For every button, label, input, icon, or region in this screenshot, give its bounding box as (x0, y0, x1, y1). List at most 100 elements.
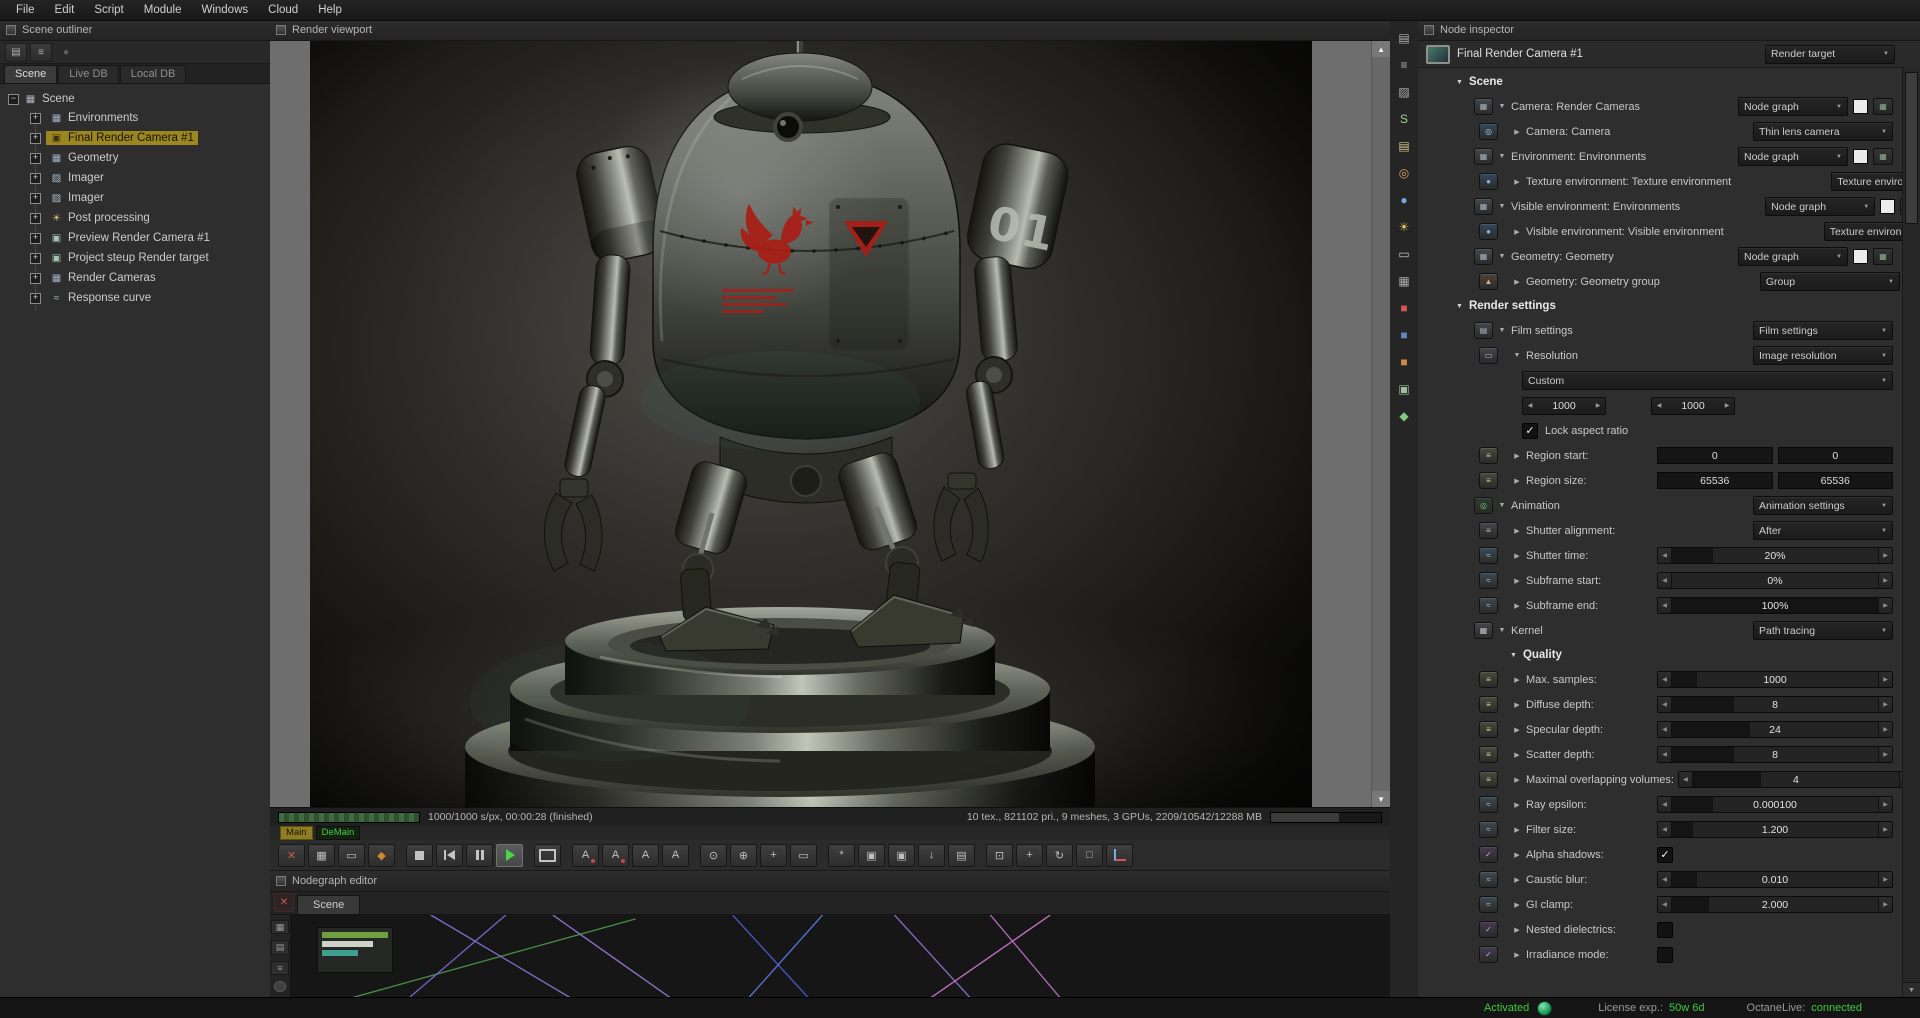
tree-item-geometry[interactable]: + ▦ Geometry (0, 148, 270, 168)
expander-icon[interactable]: ▶ (1512, 477, 1522, 485)
slider-decrement-icon[interactable]: ◀ (1658, 747, 1671, 762)
slider-increment-icon[interactable]: ▶ (1879, 797, 1892, 812)
render-pass-main-chip[interactable]: Main (280, 826, 313, 840)
value-field[interactable]: 65536 (1657, 472, 1773, 489)
move-camera-button[interactable]: + (1016, 843, 1043, 867)
lock-resolution-button[interactable]: ▦ (308, 843, 335, 867)
slider-track[interactable]: 2.000 (1671, 897, 1879, 912)
dropdown[interactable]: Image resolution ▼ (1753, 346, 1893, 365)
param-camera-render-cameras[interactable]: ▦ ▼ Camera: Render Cameras Node graph ▼ ▦ (1418, 97, 1901, 116)
param-shutter-alignment[interactable]: ≡ ▶ Shutter alignment: After ▼ (1418, 521, 1901, 540)
dropdown[interactable]: Custom ▼ (1522, 371, 1893, 390)
tree-item-imager[interactable]: + ▨ Imager (0, 188, 270, 208)
section-collapse-icon[interactable]: ▼ (1510, 652, 1517, 659)
image-icon[interactable]: ▨ (1393, 82, 1415, 102)
value-field[interactable]: 0 (1777, 447, 1893, 464)
menu-item-script[interactable]: Script (84, 2, 133, 18)
expander-icon[interactable]: ▶ (1512, 776, 1522, 784)
param-gi-clamp[interactable]: ≈ ▶ GI clamp: ◀ 2.000 ▶ (1418, 896, 1901, 913)
copy-image-button[interactable]: ▣ (858, 843, 885, 867)
folder-blue-icon[interactable]: ■ (1393, 325, 1415, 345)
region-pick-button[interactable]: ▭ (790, 843, 817, 867)
inspector-scrollbar[interactable]: ▼ (1902, 66, 1920, 998)
snap-icon[interactable]: ▤ (271, 940, 289, 955)
param-diffuse-depth[interactable]: ≡ ▶ Diffuse depth: ◀ 8 ▶ (1418, 696, 1901, 713)
lock-aspect-checkbox[interactable]: ✓ (1522, 422, 1538, 439)
slider-decrement-icon[interactable]: ◀ (1658, 672, 1671, 687)
param-visible-environment-visible-environment[interactable]: ● ▶ Visible environment: Visible environme… (1418, 222, 1920, 241)
tree-item-environments[interactable]: + ▦ Environments (0, 108, 270, 128)
param-visible-environment-environments[interactable]: ▦ ▼ Visible environment: Environments Node … (1418, 197, 1920, 216)
param-slider[interactable]: ◀ 1.200 ▶ (1657, 821, 1893, 838)
texture-icon[interactable]: ● (1393, 190, 1415, 210)
node-wire[interactable] (893, 915, 971, 998)
delete-node-icon[interactable]: ✕ (274, 893, 294, 912)
expander-icon[interactable]: ▼ (1497, 253, 1507, 260)
param-environment-environments[interactable]: ▦ ▼ Environment: Environments Node graph ▼ ▦ (1418, 147, 1901, 166)
param-filter-size[interactable]: ≈ ▶ Filter size: ◀ 1.200 ▶ (1418, 821, 1901, 838)
background-color-button[interactable]: ◆ (368, 843, 395, 867)
tree-item-final-render-camera-1[interactable]: + ▣ Final Render Camera #1 (0, 128, 270, 148)
expander-icon[interactable]: ▼ (1497, 153, 1507, 160)
dropdown[interactable]: Node graph ▼ (1738, 147, 1848, 166)
slider-track[interactable]: 24 (1671, 722, 1879, 737)
slider-increment-icon[interactable]: ▶ (1879, 672, 1892, 687)
expand-icon[interactable]: + (30, 152, 41, 164)
expander-icon[interactable]: ▶ (1512, 552, 1522, 560)
nodegraph-tab-scene[interactable]: Scene (297, 895, 361, 914)
subsample-button[interactable]: ▭ (338, 843, 365, 867)
tree-item-post-processing[interactable]: + ☀ Post processing (0, 208, 270, 228)
slider-increment-icon[interactable]: ▶ (1879, 897, 1892, 912)
param-specular-depth[interactable]: ≡ ▶ Specular depth: ◀ 24 ▶ (1418, 721, 1901, 738)
node-wire[interactable] (408, 915, 507, 998)
tree-root-item[interactable]: − ▦ Scene (0, 90, 270, 108)
star-icon[interactable]: ◆ (1393, 406, 1415, 426)
node-wire[interactable] (748, 915, 824, 998)
save-filmstrip-button[interactable]: ▤ (948, 843, 975, 867)
param-slider[interactable]: ◀ 0% ▶ (1657, 572, 1893, 589)
tree-item-preview-render-camera-1[interactable]: + ▣ Preview Render Camera #1 (0, 228, 270, 248)
node-wire[interactable] (732, 915, 810, 998)
color-swatch[interactable] (1853, 249, 1868, 264)
overview-dot-icon[interactable] (274, 981, 286, 993)
save-image-button[interactable]: ↓ (918, 843, 945, 867)
slider-decrement-icon[interactable]: ◀ (1678, 772, 1692, 787)
expand-icon[interactable]: + (30, 232, 41, 244)
expander-icon[interactable]: ▶ (1512, 602, 1522, 610)
material-ball-icon[interactable]: ◎ (1393, 163, 1415, 183)
param-geometry-geometry[interactable]: ▦ ▼ Geometry: Geometry Node graph ▼ ▦ (1418, 247, 1901, 266)
slider-track[interactable]: 8 (1671, 747, 1879, 762)
param-irradiance-mode[interactable]: ✓ ▶ Irradiance mode: (1418, 946, 1901, 963)
node-type-dropdown[interactable]: Render target ▼ (1765, 44, 1895, 64)
tree-item-imager[interactable]: + ▨ Imager (0, 168, 270, 188)
display-mode-button[interactable] (534, 843, 561, 867)
scroll-up-icon[interactable]: ▲ (1372, 41, 1390, 57)
stepper-increment-icon[interactable]: ▶ (1591, 402, 1605, 409)
tree-view-icon[interactable]: ≡ (30, 42, 52, 62)
slider-decrement-icon[interactable]: ◀ (1658, 573, 1671, 588)
film-strip-icon[interactable]: ▤ (1393, 136, 1415, 156)
expander-icon[interactable]: ▶ (1512, 527, 1522, 535)
expander-icon[interactable]: ▶ (1512, 128, 1522, 136)
slider-increment-icon[interactable]: ▶ (1879, 548, 1892, 563)
pan-tool-button[interactable]: + (760, 843, 787, 867)
slider-increment-icon[interactable]: ▶ (1879, 573, 1892, 588)
expander-icon[interactable]: ▼ (1497, 203, 1507, 210)
param-max-samples[interactable]: ≡ ▶ Max. samples: ◀ 1000 ▶ (1418, 671, 1901, 688)
expander-icon[interactable]: ▼ (1512, 352, 1522, 359)
color-swatch[interactable] (1853, 149, 1868, 164)
dropdown[interactable]: Group ▼ (1759, 272, 1900, 291)
param-slider[interactable]: ◀ 2.000 ▶ (1657, 896, 1893, 913)
resolution-stepper[interactable]: ◀ 1000 ▶ (1522, 396, 1606, 415)
slider-decrement-icon[interactable]: ◀ (1658, 548, 1671, 563)
param-slider[interactable]: ◀ 0.010 ▶ (1657, 871, 1893, 888)
slider-decrement-icon[interactable]: ◀ (1658, 897, 1671, 912)
expander-icon[interactable]: ▶ (1512, 901, 1522, 909)
expander-icon[interactable]: ▶ (1512, 751, 1522, 759)
value-field[interactable]: 0 (1657, 447, 1773, 464)
expand-icon[interactable]: + (30, 212, 41, 224)
render-image[interactable]: 01 (309, 41, 1312, 807)
expander-icon[interactable]: ▶ (1512, 228, 1522, 236)
script-icon[interactable]: S (1393, 109, 1415, 129)
scroll-thumb[interactable] (1905, 72, 1918, 224)
